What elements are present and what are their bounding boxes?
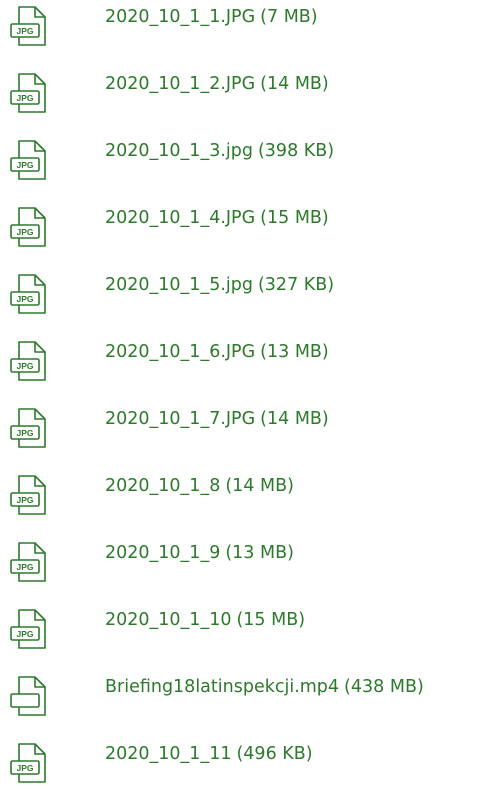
jpg-file-icon: JPG	[6, 270, 54, 318]
file-name: 2020_10_1_4.JPG	[105, 208, 256, 228]
file-row[interactable]: JPG 2020_10_1_11 (496 KB)	[0, 737, 493, 789]
file-type-badge: JPG	[16, 93, 33, 103]
file-type-badge: JPG	[16, 629, 33, 639]
file-type-badge: JPG	[16, 227, 33, 237]
file-size: (14 MB)	[260, 409, 329, 429]
file-type-badge: JPG	[16, 763, 33, 773]
file-row[interactable]: JPG 2020_10_1_8 (14 MB)	[0, 469, 493, 521]
file-size: (15 MB)	[236, 610, 306, 630]
file-name: 2020_10_1_9	[105, 543, 221, 563]
jpg-file-icon: JPG	[6, 739, 54, 787]
file-name: 2020_10_1_6.JPG	[105, 342, 256, 362]
file-row[interactable]: JPG 2020_10_1_10 (15 MB)	[0, 603, 493, 655]
file-row[interactable]: JPG 2020_10_1_4.JPG (15 MB)	[0, 201, 493, 253]
file-link[interactable]: 2020_10_1_7.JPG (14 MB)	[105, 407, 329, 431]
file-row[interactable]: JPG 2020_10_1_2.JPG (14 MB)	[0, 67, 493, 119]
jpg-file-icon: JPG	[6, 337, 54, 385]
file-name: Briefing18latinspekcji.mp4	[105, 677, 340, 697]
file-size: (14 MB)	[225, 476, 294, 496]
jpg-file-icon: JPG	[6, 136, 54, 184]
file-size: (438 MB)	[344, 677, 424, 697]
file-name: 2020_10_1_10	[105, 610, 232, 630]
file-link[interactable]: 2020_10_1_1.JPG (7 MB)	[105, 5, 318, 29]
file-row[interactable]: JPG 2020_10_1_7.JPG (14 MB)	[0, 402, 493, 454]
file-size: (13 MB)	[225, 543, 294, 563]
file-row[interactable]: JPG 2020_10_1_3.jpg (398 KB)	[0, 134, 493, 186]
file-name: 2020_10_1_2.JPG	[105, 74, 256, 94]
file-size: (398 KB)	[257, 141, 335, 161]
file-type-badge: JPG	[16, 361, 33, 371]
file-type-badge: JPG	[16, 495, 33, 505]
file-row[interactable]: Briefing18latinspekcji.mp4 (438 MB)	[0, 670, 493, 722]
file-link[interactable]: 2020_10_1_6.JPG (13 MB)	[105, 340, 329, 364]
jpg-file-icon: JPG	[6, 203, 54, 251]
file-name: 2020_10_1_7.JPG	[105, 409, 256, 429]
file-row[interactable]: JPG 2020_10_1_5.jpg (327 KB)	[0, 268, 493, 320]
file-link[interactable]: Briefing18latinspekcji.mp4 (438 MB)	[105, 675, 424, 699]
jpg-file-icon: JPG	[6, 404, 54, 452]
file-link[interactable]: 2020_10_1_5.jpg (327 KB)	[105, 273, 334, 297]
file-row[interactable]: JPG 2020_10_1_1.JPG (7 MB)	[0, 0, 493, 52]
file-size: (7 MB)	[260, 7, 318, 27]
file-name: 2020_10_1_1.JPG	[105, 7, 256, 27]
file-type-badge: JPG	[16, 428, 33, 438]
file-link[interactable]: 2020_10_1_2.JPG (14 MB)	[105, 72, 329, 96]
file-link[interactable]: 2020_10_1_11 (496 KB)	[105, 742, 313, 766]
file-link[interactable]: 2020_10_1_3.jpg (398 KB)	[105, 139, 334, 163]
file-row[interactable]: JPG 2020_10_1_6.JPG (13 MB)	[0, 335, 493, 387]
file-size: (327 KB)	[257, 275, 335, 295]
file-type-badge: JPG	[16, 160, 33, 170]
file-name: 2020_10_1_3.jpg	[105, 141, 253, 161]
jpg-file-icon: JPG	[6, 538, 54, 586]
file-size: (15 MB)	[260, 208, 329, 228]
file-name: 2020_10_1_5.jpg	[105, 275, 253, 295]
file-link[interactable]: 2020_10_1_9 (13 MB)	[105, 541, 294, 565]
file-type-badge: JPG	[16, 294, 33, 304]
file-name: 2020_10_1_11	[105, 744, 232, 764]
file-link[interactable]: 2020_10_1_4.JPG (15 MB)	[105, 206, 329, 230]
jpg-file-icon: JPG	[6, 69, 54, 117]
file-name: 2020_10_1_8	[105, 476, 221, 496]
file-link[interactable]: 2020_10_1_8 (14 MB)	[105, 474, 294, 498]
file-type-badge: JPG	[16, 26, 33, 36]
file-type-badge: JPG	[16, 562, 33, 572]
file-size: (496 KB)	[236, 744, 313, 764]
file-row[interactable]: JPG 2020_10_1_9 (13 MB)	[0, 536, 493, 588]
generic-file-icon	[6, 672, 54, 720]
file-size: (13 MB)	[260, 342, 329, 362]
jpg-file-icon: JPG	[6, 471, 54, 519]
file-size: (14 MB)	[260, 74, 329, 94]
jpg-file-icon: JPG	[6, 2, 54, 50]
file-link[interactable]: 2020_10_1_10 (15 MB)	[105, 608, 305, 632]
jpg-file-icon: JPG	[6, 605, 54, 653]
